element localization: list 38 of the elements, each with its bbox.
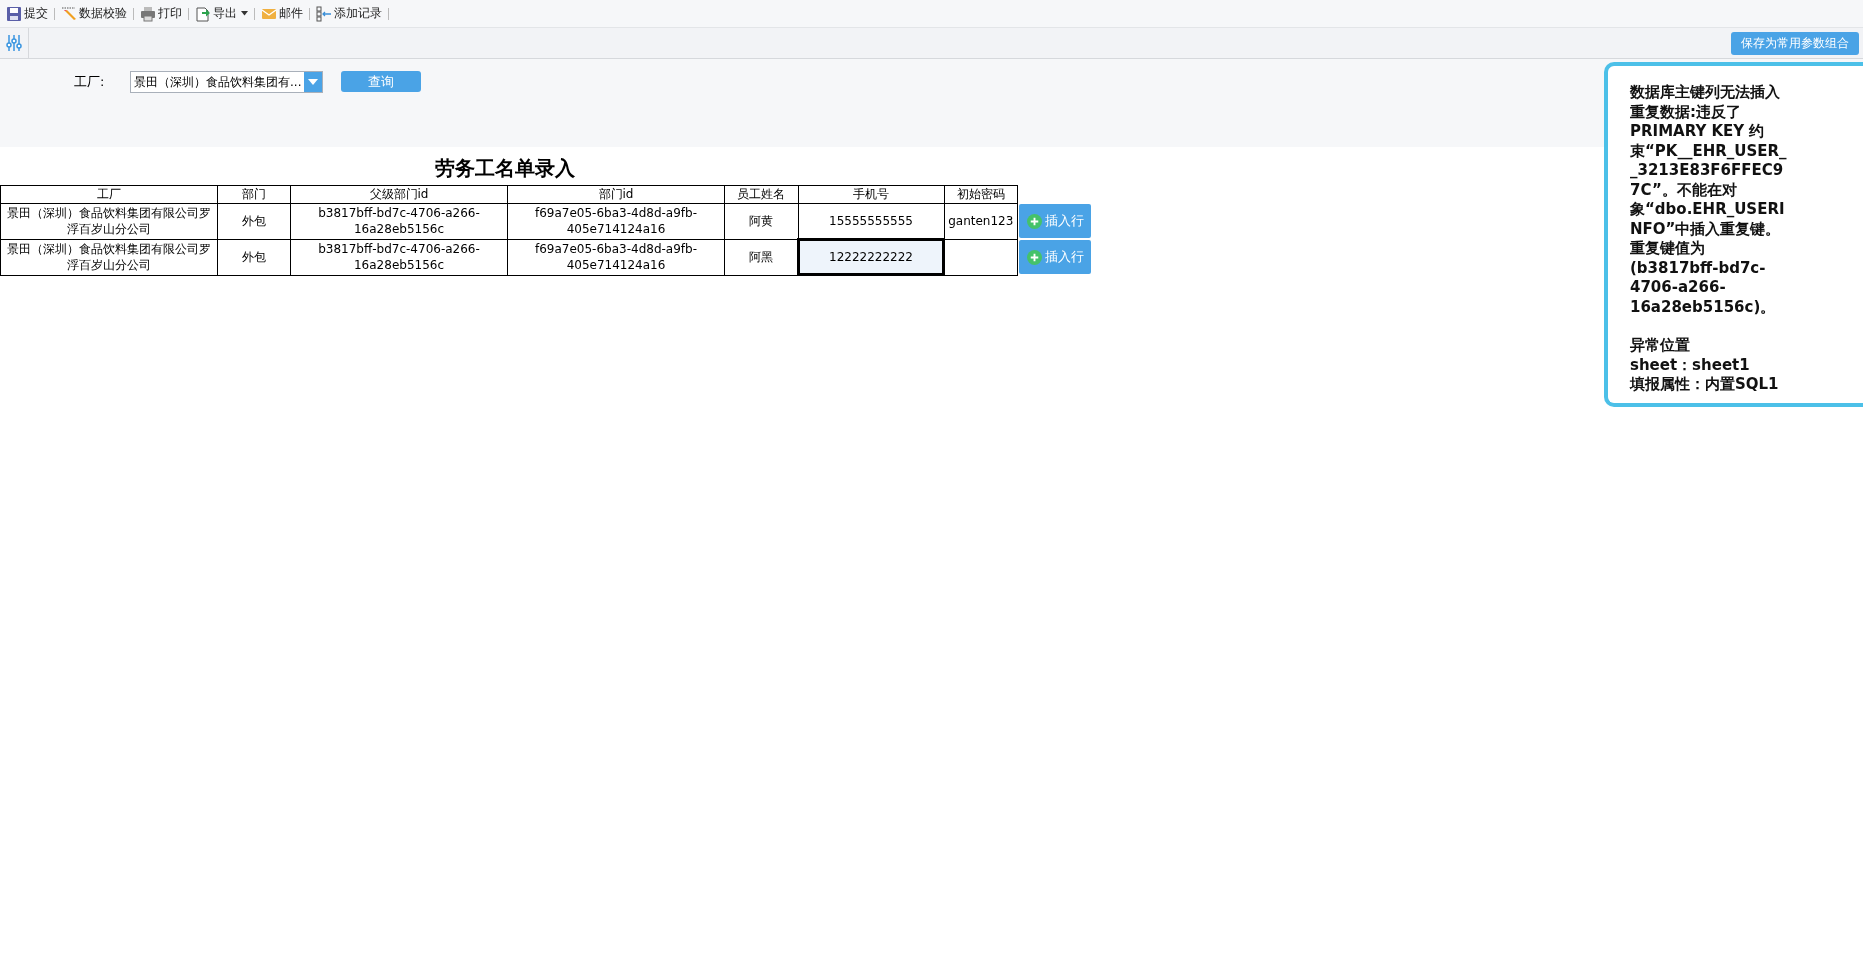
column-header: 初始密码 <box>944 185 1018 204</box>
field-label: 工厂: <box>74 73 106 91</box>
table-cell[interactable]: b3817bff-bd7c-4706-a266-16a28eb5156c <box>290 239 508 275</box>
table-cell[interactable] <box>944 239 1018 275</box>
error-location-text: 异常位置 <box>1630 336 1691 356</box>
table-cell[interactable]: 外包 <box>217 203 291 239</box>
factory-dropdown[interactable]: 景田（深圳）食品饮料集团有... <box>130 71 323 93</box>
table-cell[interactable]: 外包 <box>217 239 291 275</box>
toolbar-button[interactable]: 数据校验 <box>57 5 131 22</box>
dropdown-arrow-icon <box>308 79 318 85</box>
error-location-text: sheet：sheet1 <box>1630 355 1751 375</box>
plus-icon <box>1026 249 1042 265</box>
printer-icon <box>140 5 156 22</box>
document-arrow-icon <box>195 5 211 22</box>
column-header: 部门 <box>217 185 291 204</box>
table-cell[interactable]: 12222222222 <box>798 239 944 275</box>
table-cell[interactable]: 景田（深圳）食品饮料集团有限公司罗浮百岁山分公司 <box>0 239 218 275</box>
error-location-text: 填报属性：内置SQL1 <box>1630 375 1780 395</box>
table-cell[interactable]: f69a7e05-6ba3-4d8d-a9fb-405e714124a16 <box>507 239 725 275</box>
column-header: 员工姓名 <box>724 185 798 204</box>
add-record-icon <box>316 5 332 22</box>
error-message: 数据库主键列无法插入重复数据:违反了 PRIMARY KEY 约束“PK__EHR_USER__3213E83F6FFEC97C”。不能在对象“dbo.EHR_USERINFO”中插入重复键。重复键值为 (b3817bff-bd7c-4706-a266-16a28eb5156c)。 <box>1630 83 1788 317</box>
report-title: 劳务工名单录入 <box>433 155 576 182</box>
column-header: 部门id <box>507 185 725 204</box>
column-header: 工厂 <box>0 185 218 204</box>
pencil-icon <box>61 5 77 22</box>
plus-icon <box>1026 213 1042 229</box>
column-header: 手机号 <box>798 185 944 204</box>
toolbar-button[interactable]: 提交 <box>2 5 52 22</box>
sliders-icon <box>6 34 22 52</box>
table-cell[interactable]: 景田（深圳）食品饮料集团有限公司罗浮百岁山分公司 <box>0 203 218 239</box>
table-cell[interactable]: ganten123 <box>944 203 1018 239</box>
table-cell[interactable]: 阿黄 <box>724 203 798 239</box>
toolbar-button[interactable]: 添加记录 <box>312 5 386 22</box>
toolbar-button[interactable]: 打印 <box>136 5 186 22</box>
toolbar-button[interactable]: 导出 <box>191 5 252 22</box>
toolbar-button[interactable]: 邮件 <box>257 5 307 22</box>
column-header: 父级部门id <box>290 185 508 204</box>
